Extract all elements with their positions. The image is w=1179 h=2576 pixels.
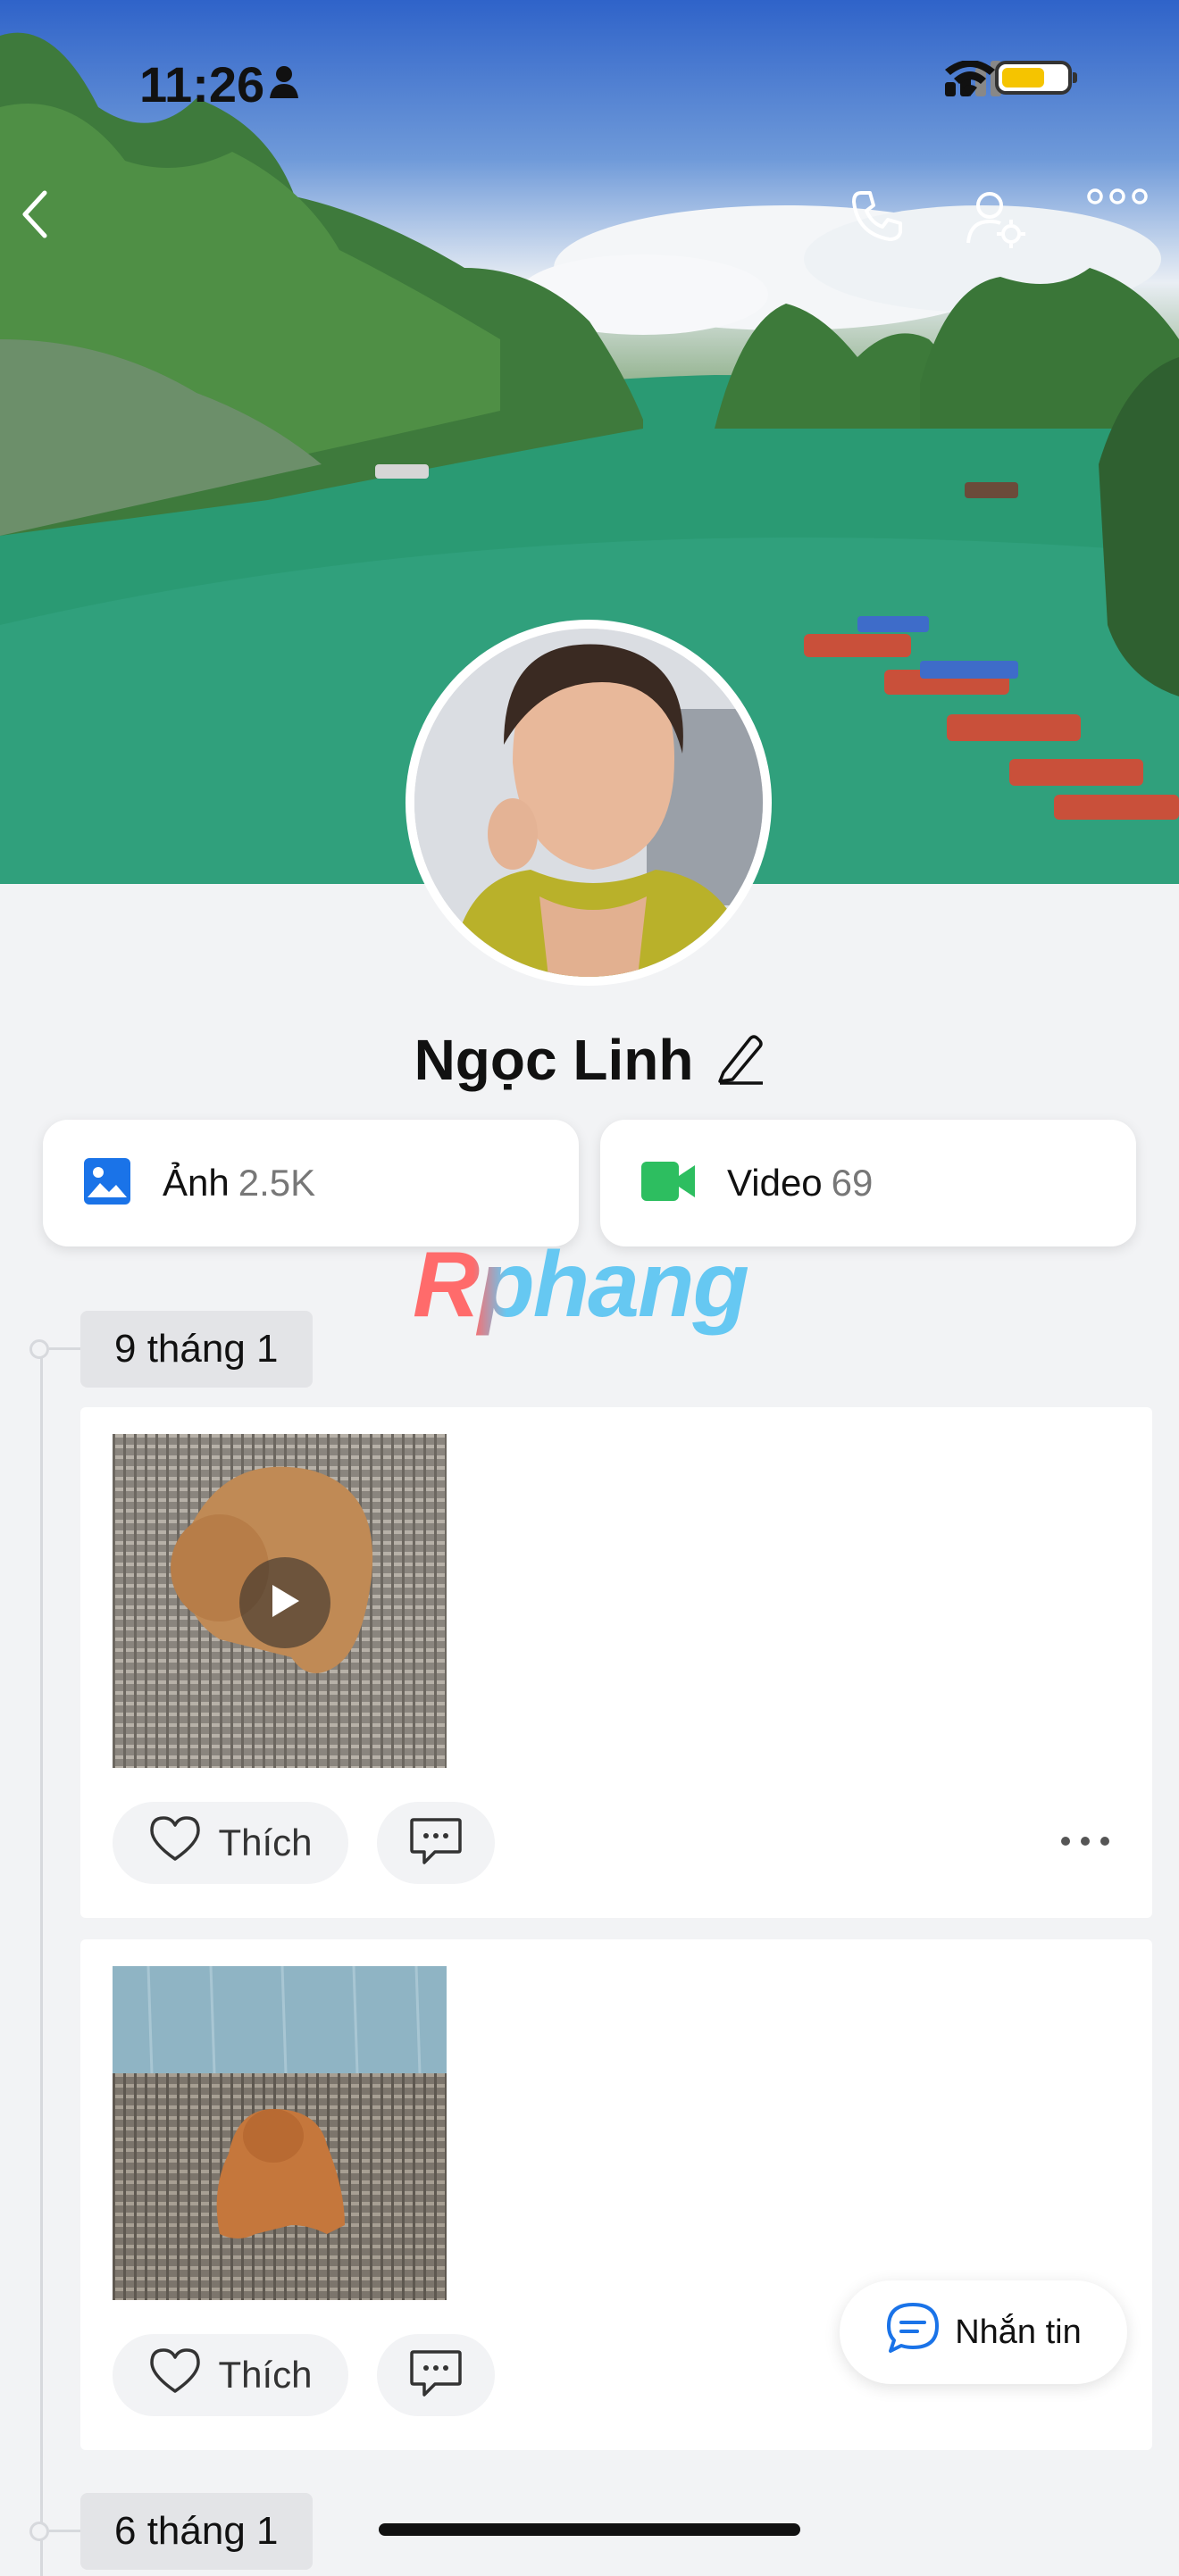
post-more-button[interactable]: [1054, 1825, 1116, 1861]
avatar-photo: [414, 629, 763, 977]
timeline-tick: [49, 1347, 81, 1350]
date-chip: 6 tháng 1: [80, 2493, 313, 2570]
like-label: Thích: [218, 1822, 313, 1863]
like-button[interactable]: Thích: [113, 1802, 348, 1884]
timeline-line: [40, 1344, 43, 2576]
battery-level: [1002, 68, 1044, 88]
timeline-tick: [49, 2530, 81, 2532]
comment-icon: [408, 1816, 464, 1871]
timeline-dot: [29, 2522, 49, 2541]
photos-album-button[interactable]: Ảnh 2.5K: [43, 1120, 579, 1246]
timeline-dot: [29, 1339, 49, 1359]
video-camera-icon: [640, 1158, 697, 1209]
play-button[interactable]: [239, 1557, 330, 1648]
heart-icon: [148, 2347, 202, 2404]
post-video-thumbnail[interactable]: [113, 1434, 447, 1768]
comment-button[interactable]: [377, 1802, 495, 1884]
status-indicators: [945, 61, 1077, 96]
more-options-button[interactable]: [1086, 188, 1158, 259]
status-time: 11:26: [139, 56, 265, 113]
post-photo-thumbnail[interactable]: [113, 1966, 447, 2300]
comment-button[interactable]: [377, 2334, 495, 2416]
call-button[interactable]: [849, 188, 920, 259]
send-message-label: Nhắn tin: [955, 2313, 1082, 2351]
comment-icon: [408, 2348, 464, 2403]
send-message-button[interactable]: Nhắn tin: [840, 2280, 1127, 2384]
photos-count: 2.5K: [238, 1162, 316, 1204]
profile-avatar[interactable]: [406, 620, 772, 986]
videos-label: Video: [727, 1162, 823, 1204]
chat-bubble-icon: [885, 2301, 941, 2363]
image-icon: [82, 1156, 132, 1211]
profile-name: Ngọc Linh: [414, 1028, 694, 1092]
home-indicator: [379, 2523, 800, 2536]
battery-icon: [995, 61, 1077, 95]
heart-icon: [148, 1814, 202, 1872]
more-horizontal-icon: [1060, 1835, 1110, 1851]
profile-settings-button[interactable]: [965, 188, 1036, 259]
back-button[interactable]: [18, 188, 89, 259]
timeline-post: Thích: [80, 1407, 1152, 1918]
watermark: Rphang: [413, 1233, 749, 1337]
profile-name-row: Ngọc Linh: [0, 1027, 1179, 1093]
like-button[interactable]: Thích: [113, 2334, 348, 2416]
like-label: Thích: [218, 2354, 313, 2396]
videos-album-button[interactable]: Video 69: [600, 1120, 1136, 1246]
photos-label: Ảnh: [163, 1162, 230, 1204]
date-chip: 9 tháng 1: [80, 1311, 313, 1388]
videos-count: 69: [831, 1162, 874, 1204]
edit-name-button[interactable]: [716, 1031, 765, 1089]
play-icon: [269, 1583, 301, 1623]
pencil-icon: [716, 1034, 765, 1088]
